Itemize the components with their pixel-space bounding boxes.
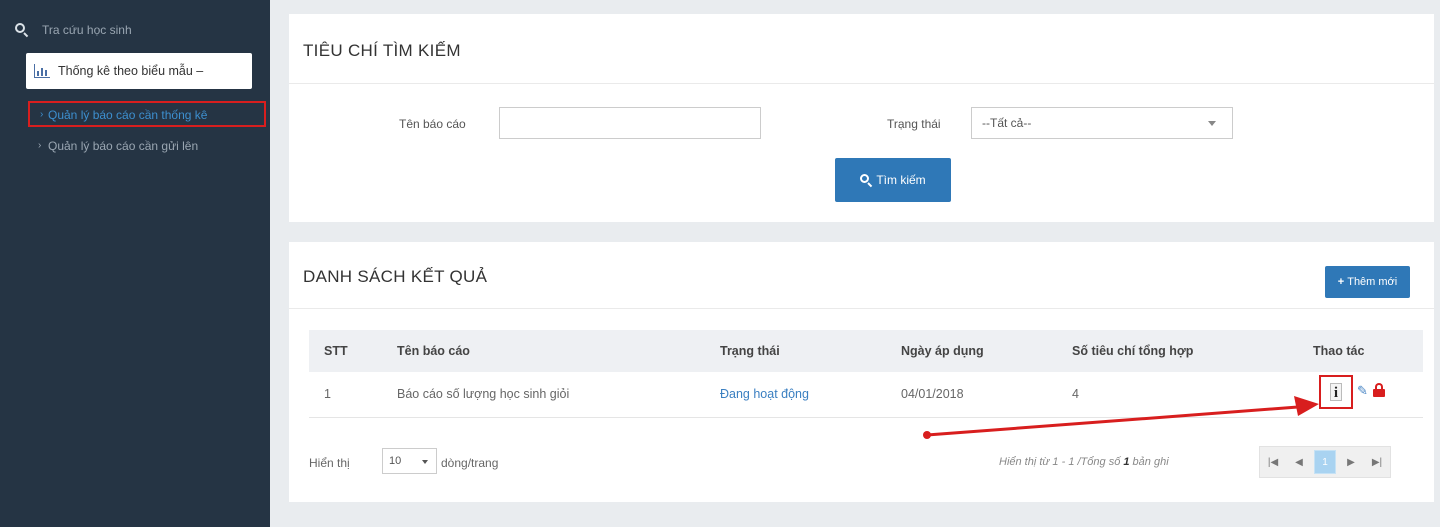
prev-page-icon[interactable]: ◀ <box>1288 450 1310 474</box>
status-select[interactable]: --Tất cả-- <box>971 107 1233 139</box>
next-page-icon[interactable]: ▶ <box>1340 450 1362 474</box>
cell-report-name: Báo cáo số lượng học sinh giỏi <box>397 387 570 401</box>
bar-chart-icon <box>34 64 50 78</box>
sidebar: Tra cứu học sinh Thống kê theo biểu mẫu … <box>0 0 270 527</box>
divider <box>289 308 1434 309</box>
divider <box>309 417 1423 418</box>
chevron-right-icon: › <box>40 109 44 120</box>
column-header: Ngày áp dụng <box>901 344 984 358</box>
page-number[interactable]: 1 <box>1314 450 1336 474</box>
column-header: Trạng thái <box>720 344 780 358</box>
cell-status-link[interactable]: Đang hoạt động <box>720 387 809 401</box>
first-page-icon[interactable]: |◀ <box>1262 450 1284 474</box>
last-page-icon[interactable]: ▶| <box>1366 450 1388 474</box>
sidebar-item-search[interactable]: Tra cứu học sinh <box>14 22 132 38</box>
plus-icon: + <box>1337 276 1345 288</box>
pagination: |◀ ◀ 1 ▶ ▶| <box>1259 446 1391 478</box>
results-panel: DANH SÁCH KẾT QUẢ + Thêm mới STT Tên báo… <box>289 242 1434 502</box>
panel-title: TIÊU CHÍ TÌM KIẾM <box>303 41 461 60</box>
sidebar-subitem-manage-stat-reports[interactable]: › Quản lý báo cáo cần thống kê <box>28 101 266 127</box>
sidebar-item-label: Tra cứu học sinh <box>42 23 132 37</box>
cell-date: 04/01/2018 <box>901 387 964 401</box>
column-header: Số tiêu chí tổng hợp <box>1072 344 1194 358</box>
cell-criteria-count: 4 <box>1072 387 1079 401</box>
info-button-highlight[interactable]: i <box>1319 375 1353 409</box>
column-header: Thao tác <box>1313 344 1365 358</box>
search-icon <box>14 22 30 38</box>
status-select-value: --Tất cả-- <box>982 116 1032 130</box>
lock-icon[interactable] <box>1373 383 1385 397</box>
search-icon <box>860 174 873 188</box>
sidebar-subitem-manage-submit-reports[interactable]: › Quản lý báo cáo cần gửi lên <box>28 134 198 158</box>
per-page-label: dòng/trang <box>441 456 499 470</box>
report-name-label: Tên báo cáo <box>399 117 466 131</box>
search-button-label: Tìm kiếm <box>876 173 926 187</box>
edit-icon[interactable]: ✎ <box>1357 383 1369 398</box>
summary-prefix: Hiển thị từ 1 - 1 /Tổng số <box>999 456 1124 468</box>
show-label: Hiển thị <box>309 456 350 470</box>
cell-stt: 1 <box>324 387 331 401</box>
status-label: Trạng thái <box>887 117 941 131</box>
sidebar-item-statistics[interactable]: Thống kê theo biểu mẫu – <box>26 53 252 89</box>
chevron-down-icon <box>422 460 428 464</box>
panel-title: DANH SÁCH KẾT QUẢ <box>303 267 488 286</box>
sidebar-subitem-label: Quản lý báo cáo cần gửi lên <box>48 139 199 153</box>
search-button[interactable]: Tìm kiếm <box>835 158 951 202</box>
divider <box>289 83 1434 84</box>
page-size-select[interactable]: 10 <box>382 448 437 474</box>
table-header: STT Tên báo cáo Trạng thái Ngày áp dụng … <box>309 330 1423 372</box>
sidebar-item-label: Thống kê theo biểu mẫu – <box>58 64 204 78</box>
add-new-button[interactable]: + Thêm mới <box>1325 266 1410 298</box>
report-name-input[interactable] <box>499 107 761 139</box>
chevron-down-icon <box>1208 121 1216 126</box>
chevron-right-icon: › <box>38 140 42 151</box>
search-panel: TIÊU CHÍ TÌM KIẾM Tên báo cáo Trạng thái… <box>289 14 1434 222</box>
summary-suffix: bản ghi <box>1129 456 1169 468</box>
page-size-value: 10 <box>389 455 402 467</box>
record-summary: Hiển thị từ 1 - 1 /Tổng số 1 bản ghi <box>999 456 1169 468</box>
add-new-button-label: Thêm mới <box>1347 276 1398 288</box>
column-header: STT <box>324 344 348 358</box>
column-header: Tên báo cáo <box>397 344 470 358</box>
info-icon: i <box>1330 383 1342 401</box>
sidebar-subitem-label: Quản lý báo cáo cần thống kê <box>48 108 208 122</box>
